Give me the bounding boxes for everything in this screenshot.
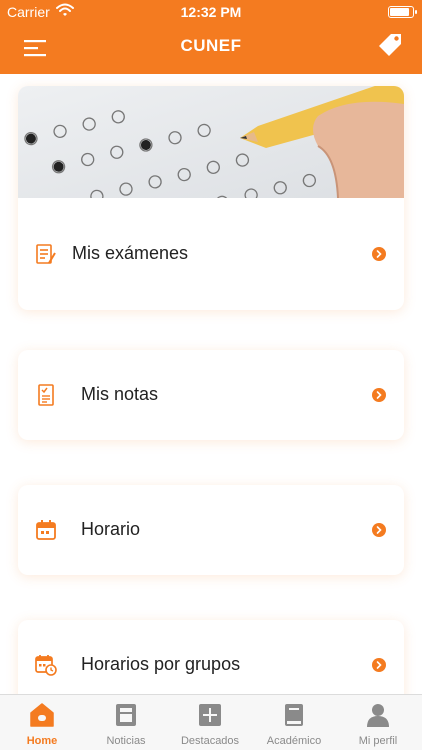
tab-destacados[interactable]: Destacados (168, 695, 252, 751)
chevron-right-icon (372, 247, 386, 261)
plus-icon (199, 704, 221, 726)
tab-label: Home (26, 735, 58, 747)
tag-icon[interactable] (376, 31, 404, 59)
app-header: Carrier 12:32 PM CUNEF (0, 0, 422, 74)
main-content: Mis exámenes Mis notas Horario Horarios … (0, 74, 422, 694)
user-icon (367, 704, 389, 727)
calendar-icon (36, 520, 56, 540)
chevron-right-icon (372, 388, 386, 402)
page-title: CUNEF (180, 36, 242, 55)
grades-document-icon (38, 384, 54, 406)
chevron-right-icon (372, 658, 386, 672)
tab-label: Académico (266, 735, 322, 747)
battery-icon (388, 6, 417, 18)
chevron-right-icon (372, 523, 386, 537)
home-icon (30, 703, 54, 727)
tab-academico[interactable]: Académico (252, 695, 336, 751)
status-bar: Carrier 12:32 PM (0, 0, 422, 24)
tab-noticias[interactable]: Noticias (84, 695, 168, 751)
menu-card-mis-notas[interactable]: Mis notas (18, 350, 404, 440)
menu-card-horarios-por-grupos[interactable]: Horarios por grupos (18, 620, 404, 694)
tab-label: Mi perfil (358, 735, 398, 747)
status-time: 12:32 PM (180, 4, 242, 20)
tab-mi-perfil[interactable]: Mi perfil (336, 695, 420, 751)
menu-item-label: Horario (81, 519, 141, 539)
menu-item-label: Horarios por grupos (81, 654, 241, 674)
menu-card-mis-examenes[interactable]: Mis exámenes (18, 86, 404, 310)
news-icon (116, 704, 136, 726)
tab-bar: Home Noticias Destacados Académico Mi pe… (0, 694, 422, 750)
tab-label: Destacados (180, 735, 240, 747)
exam-list-icon (36, 244, 56, 264)
menu-item-label: Mis notas (81, 384, 159, 404)
menu-card-horario[interactable]: Horario (18, 485, 404, 575)
tab-home[interactable]: Home (0, 695, 84, 751)
menu-item-label: Mis exámenes (72, 243, 189, 263)
nav-bar: CUNEF (0, 24, 422, 74)
exam-sheet-image (18, 86, 404, 198)
tab-label: Noticias (106, 735, 146, 747)
book-icon (285, 704, 303, 726)
calendar-clock-icon (35, 655, 57, 676)
menu-row: Mis exámenes (18, 198, 404, 310)
